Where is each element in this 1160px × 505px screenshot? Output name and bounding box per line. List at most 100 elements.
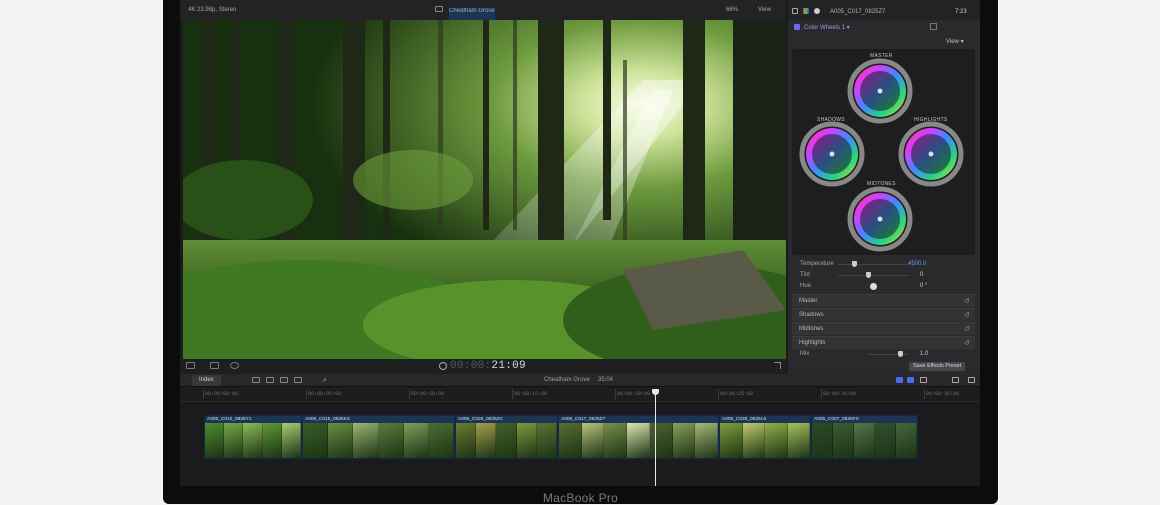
- hue-value[interactable]: 0 °: [920, 283, 927, 289]
- audio-icon[interactable]: [920, 377, 927, 383]
- shadows-wheel[interactable]: [799, 121, 865, 187]
- filmstrip-frame: [281, 423, 301, 458]
- reset-icon[interactable]: ↺: [964, 339, 970, 347]
- insert-icon[interactable]: [280, 377, 288, 383]
- filmstrip-frame: [224, 423, 244, 458]
- temperature-knob[interactable]: [852, 261, 857, 267]
- reset-icon[interactable]: ↺: [964, 297, 970, 305]
- section-shadows[interactable]: Shadows ↺: [792, 308, 975, 321]
- filmstrip-frame: [328, 423, 354, 458]
- video-inspector-icon[interactable]: [792, 8, 798, 14]
- playhead[interactable]: [655, 390, 656, 486]
- filmstrip-frame: [672, 423, 696, 458]
- timeline-settings-icon[interactable]: [952, 377, 959, 383]
- hue-dial[interactable]: [870, 283, 877, 290]
- connect-icon[interactable]: [266, 377, 274, 383]
- ruler-tick: 00:00:05:00: [305, 389, 342, 399]
- filmstrip-frame: [378, 423, 404, 458]
- filmstrip-frame: [262, 423, 282, 458]
- tint-row[interactable]: Tint 0: [788, 270, 980, 281]
- section-midtones[interactable]: Midtones ↺: [792, 322, 975, 335]
- mask-icon[interactable]: [930, 23, 937, 30]
- effect-selector[interactable]: Color Wheels 1 ▾: [788, 20, 980, 35]
- project-name: Cheatham Grove: [544, 377, 590, 383]
- temperature-label: Temperature: [800, 261, 834, 267]
- section-master[interactable]: Master ↺: [792, 294, 975, 307]
- master-wheel[interactable]: [847, 58, 913, 124]
- zoom-icon[interactable]: [968, 377, 975, 383]
- save-effects-preset-button[interactable]: Save Effects Preset: [909, 362, 966, 371]
- filmstrip-frame: [205, 423, 225, 458]
- inspector-header: A005_C017_0825Z7 7:23: [788, 0, 980, 20]
- ruler-tick: 00:00:20:00: [614, 389, 651, 399]
- mix-value[interactable]: 1.0: [920, 351, 928, 357]
- tint-value[interactable]: 0: [920, 272, 923, 278]
- hue-label: Hue: [800, 283, 812, 289]
- timeline-clip[interactable]: A005_C012_0825Y1: [204, 415, 302, 459]
- timeline-clip[interactable]: A005_C028_0825L6: [719, 415, 811, 459]
- fullscreen-icon[interactable]: [774, 362, 781, 369]
- filmstrip-frame: [428, 423, 454, 458]
- filmstrip-frame: [243, 423, 263, 458]
- snapping-icon[interactable]: [907, 377, 914, 383]
- laptop-bezel: 4K 23.98p, Stereo Cheatham Grove 66% Vie…: [163, 0, 998, 505]
- clip-filmstrip: [205, 423, 301, 458]
- timeline-clip[interactable]: A005_C007_0825FX: [811, 415, 918, 459]
- effect-name: Color Wheels 1 ▾: [804, 25, 850, 31]
- reset-icon[interactable]: ↺: [964, 311, 970, 319]
- reset-icon[interactable]: ↺: [964, 325, 970, 333]
- mix-knob[interactable]: [898, 351, 903, 357]
- hue-row[interactable]: Hue 0 °: [788, 281, 980, 292]
- midtones-wheel[interactable]: [847, 186, 913, 252]
- ruler-tick: 00:00:00:00: [202, 389, 239, 399]
- tint-knob[interactable]: [866, 272, 871, 278]
- timeline-track-area[interactable]: A005_C012_0825Y1 A005_C015_0825K3 A005_C02…: [180, 403, 980, 486]
- shadows-label: SHADOWS: [817, 117, 845, 123]
- mix-row[interactable]: Mix 1.0: [788, 349, 980, 360]
- skimming-icon[interactable]: [896, 377, 903, 383]
- highlights-label: HIGHLIGHTS: [914, 117, 948, 123]
- inspector-view-menu[interactable]: View ▾: [946, 38, 964, 45]
- index-button[interactable]: Index: [192, 375, 221, 386]
- timeline-toolbar: Index ➚ Cheatham Grove 35:04: [180, 374, 980, 387]
- section-highlights[interactable]: Highlights ↺: [792, 336, 975, 349]
- clip-name: A005_C007_0825FX: [814, 417, 859, 422]
- master-label: MASTER: [870, 53, 893, 59]
- format-label: 4K 23.98p, Stereo: [188, 7, 237, 13]
- color-inspector-icon[interactable]: [803, 8, 809, 14]
- clip-filmstrip: [720, 423, 810, 458]
- layout-icon[interactable]: [186, 362, 195, 369]
- temperature-row[interactable]: Temperature 4500.0: [788, 259, 980, 270]
- final-cut-window: 4K 23.98p, Stereo Cheatham Grove 66% Vie…: [180, 0, 980, 486]
- ruler-tick: 00:00:25:00: [717, 389, 754, 399]
- highlights-wheel[interactable]: [898, 121, 964, 187]
- filmstrip-frame: [604, 423, 628, 458]
- append-icon[interactable]: [294, 377, 302, 383]
- enhance-icon[interactable]: [210, 362, 219, 369]
- clip-name: A005_C017_0825Z7: [561, 417, 606, 422]
- filmstrip-frame: [627, 423, 650, 458]
- filmstrip-frame: [854, 423, 875, 458]
- temperature-value[interactable]: 4500.0: [908, 261, 926, 267]
- timeline-clip[interactable]: A005_C017_0825Z7: [558, 415, 719, 459]
- clip-name: A005_C012_0825Y1: [207, 417, 252, 422]
- timeline-ruler[interactable]: 00:00:00:00 00:00:05:00 00:00:10:00 00:00:1…: [180, 387, 980, 402]
- zoom-menu[interactable]: 66%: [726, 7, 738, 13]
- filmstrip-frame: [649, 423, 673, 458]
- timeline-clip[interactable]: A005_C015_0825K3: [302, 415, 455, 459]
- project-duration: 35:04: [598, 377, 614, 383]
- select-tool-icon[interactable]: ➚: [322, 377, 330, 384]
- filmstrip-frame: [353, 423, 379, 458]
- view-menu[interactable]: View: [758, 7, 771, 13]
- tint-label: Tint: [800, 272, 810, 278]
- device-label: MacBook Pro: [542, 491, 619, 505]
- filmstrip-frame: [742, 423, 765, 458]
- speed-icon[interactable]: [230, 362, 239, 369]
- timeline-clip[interactable]: A005_C026_0825ZC: [455, 415, 558, 459]
- viewer-image[interactable]: [183, 20, 786, 359]
- clip-appearance-icon[interactable]: [252, 377, 260, 383]
- clip-filmstrip: [303, 423, 454, 458]
- info-icon[interactable]: [814, 8, 820, 14]
- filmstrip-frame: [559, 423, 582, 458]
- mix-label: Mix: [800, 351, 810, 357]
